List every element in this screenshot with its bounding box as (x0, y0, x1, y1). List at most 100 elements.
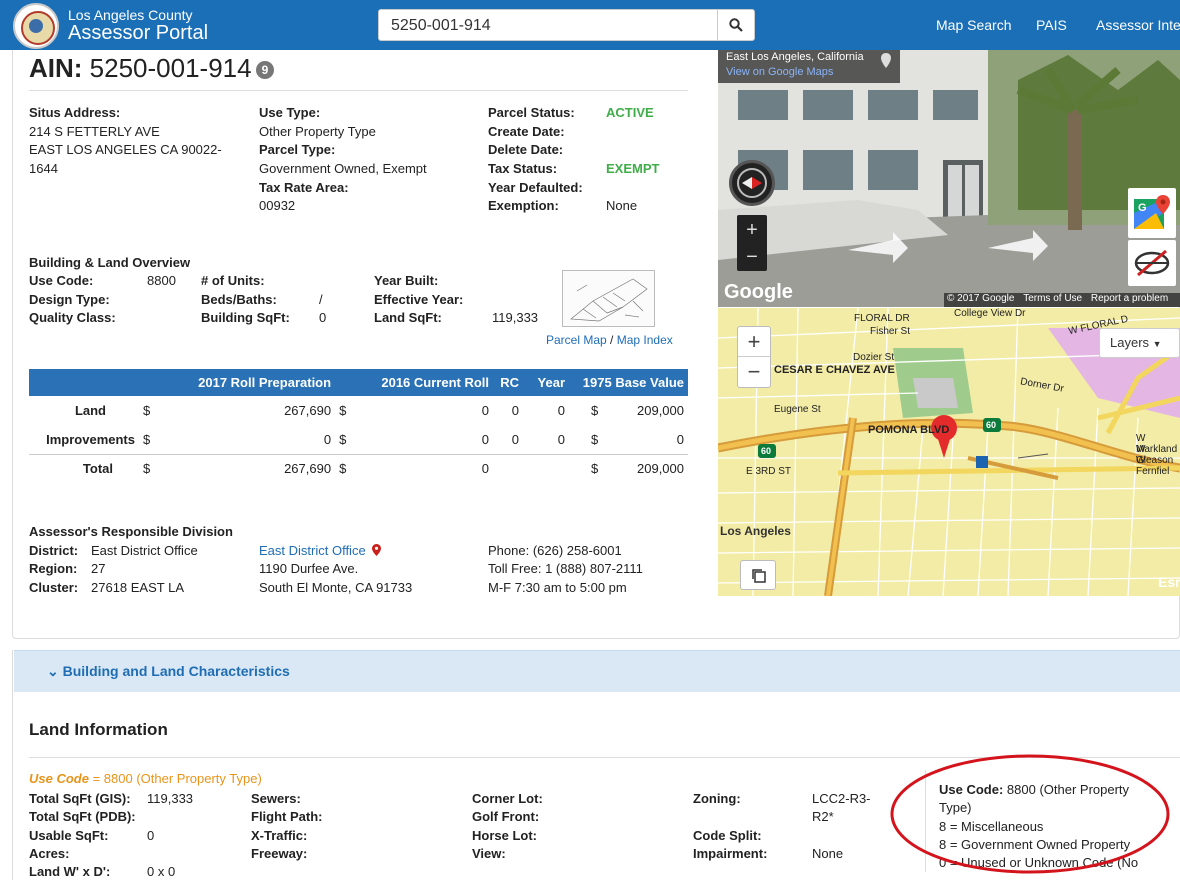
search-icon (729, 18, 743, 32)
district-label: District: (29, 543, 79, 558)
section-header-building-land[interactable]: ⌄ Building and Land Characteristics (14, 650, 1180, 692)
map-pin-icon[interactable] (372, 544, 382, 556)
flight-path-label: Flight Path: (251, 809, 323, 824)
nav-link-assessor-inter[interactable]: Assessor Inter (1096, 17, 1180, 33)
parcel-map-panel[interactable]: FLORAL DR College View Dr W FLORAL D Fis… (718, 308, 1180, 596)
basemap-toggle-button[interactable] (740, 560, 776, 590)
acres-label: Acres: (29, 846, 70, 861)
situs-line1: 214 S FETTERLY AVE (29, 124, 160, 139)
parcel-map-thumbnail[interactable] (562, 270, 655, 327)
x-traffic-label: X-Traffic: (251, 828, 308, 843)
map-link-separator: / (606, 333, 617, 347)
map-zoom-out-button[interactable]: − (738, 358, 770, 388)
nav-link-pais[interactable]: PAIS (1036, 17, 1067, 33)
building-sqft-value: 0 (319, 310, 327, 325)
use-code-text: = 8800 (Other Property Type) (88, 771, 262, 786)
layers-dropdown[interactable]: Layers ▼ (1099, 328, 1180, 358)
beds-baths-label: Beds/Baths: (201, 292, 277, 307)
dollar-sign: $ (143, 403, 151, 418)
county-seal-logo[interactable] (13, 3, 59, 49)
top-navbar: Los Angeles County Assessor Portal 5250-… (0, 0, 1180, 50)
land-sqft-value: 119,333 (492, 310, 539, 325)
delete-date-label: Delete Date: (488, 142, 564, 157)
base-value: 209,000 (613, 453, 688, 483)
use-code-link[interactable]: Use Code (29, 771, 89, 786)
google-maps-button[interactable]: G (1128, 188, 1176, 238)
office-address1: 1190 Durfee Ave. (259, 561, 359, 576)
row-label: Land (74, 403, 106, 418)
location-pin-icon[interactable] (880, 53, 892, 69)
map-label: Los Angeles (720, 524, 791, 538)
street-view-image (718, 50, 1180, 307)
roll-prep-value: 0 (323, 431, 332, 447)
parcel-map-link[interactable]: Parcel Map (546, 333, 607, 347)
caret-down-icon: ▼ (1152, 339, 1162, 349)
esri-logo: Esri (1158, 574, 1180, 590)
street-view-panel[interactable]: East Los Angeles, California View on Goo… (718, 50, 1180, 307)
brand-line1[interactable]: Los Angeles County (68, 7, 193, 23)
design-type-label: Design Type: (29, 292, 110, 307)
impairment-value: None (812, 846, 844, 861)
dollar-sign: $ (339, 403, 347, 418)
situs-line3: 1644 (29, 161, 58, 176)
report-problem-link[interactable]: Report a problem (1091, 293, 1168, 304)
region-label: Region: (29, 561, 78, 576)
golf-front-label: Golf Front: (472, 809, 540, 824)
zoning-value-line1: LCC2-R3- (812, 791, 871, 806)
view-on-google-maps-link[interactable]: View on Google Maps (726, 66, 833, 78)
map-label: College View Dr (954, 308, 1026, 319)
effective-year-label: Effective Year: (374, 292, 464, 307)
section-title-text[interactable]: Building and Land Characteristics (63, 663, 290, 679)
rc-value: 0 (511, 403, 520, 418)
map-label: Dozier St (853, 352, 895, 363)
compass-control[interactable] (729, 160, 775, 206)
office-link-text[interactable]: East District Office (259, 543, 366, 558)
map-zoom-in-button[interactable]: + (738, 327, 770, 357)
total-sqft-pdb-label: Total SqFt (PDB): (29, 809, 136, 824)
ain-badge: 9 (255, 61, 275, 80)
roll-prep-value: 267,690 (181, 453, 336, 483)
street-view-place: East Los Angeles, California (726, 51, 864, 63)
divider (29, 90, 688, 91)
copy-layers-icon (752, 569, 766, 583)
quality-class-label: Quality Class: (29, 310, 116, 325)
use-code-line: Use Code = 8800 (Other Property Type) (29, 771, 262, 786)
map-label: FLORAL DR (854, 313, 910, 324)
map-label: Fisher St (870, 326, 911, 337)
section-title[interactable]: ⌄ Building and Land Characteristics (47, 663, 290, 680)
row-label: Total (29, 453, 139, 483)
annotation-circle (890, 754, 1170, 874)
terms-link[interactable]: Terms of Use (1023, 293, 1082, 304)
use-type-value: Other Property Type (259, 124, 376, 139)
usable-sqft-label: Usable SqFt: (29, 828, 109, 843)
street-view-zoom-control: + − (737, 215, 767, 271)
assessed-values-table: 2017 Roll Preparation 2016 Current Roll … (29, 369, 688, 483)
corner-lot-label: Corner Lot: (472, 791, 543, 806)
header-roll-prep: 2017 Roll Preparation (139, 369, 336, 396)
brand-title[interactable]: Assessor Portal (68, 22, 208, 45)
dollar-sign: $ (139, 453, 182, 483)
region-value: 27 (91, 561, 106, 576)
office-phone: Phone: (626) 258-6001 (488, 543, 622, 558)
search-input[interactable]: 5250-001-914 (378, 9, 718, 41)
header-base-value: 1975 Base Value (569, 369, 688, 396)
land-sqft-label: Land SqFt: (374, 310, 442, 325)
search-button[interactable] (717, 9, 755, 41)
horse-lot-label: Horse Lot: (472, 828, 537, 843)
freeway-label: Freeway: (251, 846, 308, 861)
year-value: 0 (557, 431, 566, 447)
map-label: CESAR E CHAVEZ AVE (774, 364, 895, 376)
table-row-total: Total $ 267,690 $ 0 $ 209,000 (29, 453, 688, 483)
street-view-zoom-in-button[interactable]: + (737, 217, 767, 243)
map-index-link[interactable]: Map Index (617, 333, 673, 347)
total-sqft-gis-value: 119,333 (147, 791, 194, 806)
office-link[interactable]: East District Office (259, 543, 382, 558)
street-view-toggle-button[interactable] (1128, 240, 1176, 286)
current-roll-value: 0 (481, 431, 490, 447)
overview-title: Building & Land Overview (29, 255, 191, 270)
beds-baths-value: / (319, 292, 323, 307)
map-label: E 3RD ST (746, 466, 792, 477)
street-view-zoom-out-button[interactable]: − (737, 244, 767, 270)
nav-link-map-search[interactable]: Map Search (936, 17, 1011, 33)
current-roll-value: 0 (481, 403, 490, 418)
